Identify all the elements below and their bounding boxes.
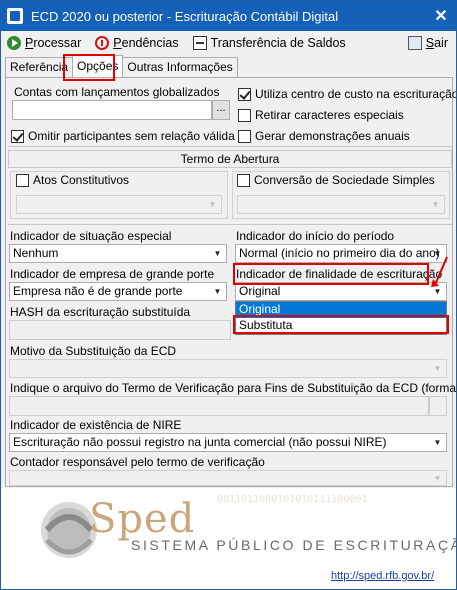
- divider: [8, 224, 452, 225]
- checkbox-checked: [238, 87, 251, 101]
- chevron-down-icon: ▼: [433, 473, 442, 483]
- chevron-down-icon: ▼: [431, 200, 440, 209]
- processar-button[interactable]: Processar: [7, 36, 81, 50]
- atos-constitutivos-combo[interactable]: ▼: [16, 195, 222, 214]
- chevron-down-icon: ▼: [213, 287, 222, 296]
- grande-porte-label: Indicador de empresa de grande porte: [10, 267, 215, 281]
- ecd-window: ECD 2020 ou posterior - Escrituração Con…: [0, 0, 457, 590]
- window-title: ECD 2020 ou posterior - Escrituração Con…: [31, 8, 339, 24]
- checkbox-checked: [11, 129, 24, 143]
- checkbox-unchecked: [16, 173, 29, 187]
- sped-link[interactable]: http://sped.rfb.gov.br/: [331, 570, 434, 582]
- inicio-periodo-label: Indicador do início do período: [236, 229, 395, 243]
- finalidade-combo[interactable]: Original ▼: [235, 282, 447, 301]
- hash-label: HASH da escrituração substituída: [10, 305, 191, 319]
- conversao-checkbox[interactable]: Conversão de Sociedade Simples: [237, 173, 435, 187]
- close-button[interactable]: ✕: [426, 1, 456, 31]
- finalidade-option-original[interactable]: Original: [236, 302, 446, 318]
- contas-label: Contas com lançamentos globalizados: [14, 85, 220, 99]
- contas-browse-button[interactable]: ...: [212, 100, 230, 120]
- motivo-combo[interactable]: ▼: [9, 359, 447, 378]
- contas-field[interactable]: [12, 100, 212, 120]
- retirar-caracteres-checkbox[interactable]: Retirar caracteres especiais: [238, 108, 404, 122]
- motivo-label: Motivo da Substituição da ECD: [10, 344, 177, 358]
- chevron-down-icon: ▼: [213, 249, 222, 258]
- checkbox-unchecked: [238, 129, 251, 143]
- sped-brand: Sped: [89, 496, 196, 542]
- app-icon: [7, 8, 23, 24]
- situacao-especial-label: Indicador de situação especial: [10, 229, 172, 243]
- red-arrow-icon: [431, 256, 448, 287]
- nire-combo[interactable]: Escrituração não possui registro na junt…: [9, 433, 447, 452]
- pendencias-button[interactable]: Pendências: [95, 36, 179, 50]
- grande-porte-combo[interactable]: Empresa não é de grande porte ▼: [9, 282, 227, 301]
- chevron-down-icon: ▼: [433, 364, 442, 373]
- contador-combo[interactable]: ▼: [9, 470, 447, 486]
- sair-button[interactable]: Sair: [407, 36, 448, 50]
- binary-decoration: 0011011000101010111100001: [217, 494, 368, 505]
- conversao-combo[interactable]: ▼: [237, 195, 445, 214]
- tab-opcoes[interactable]: Opções: [72, 55, 124, 77]
- checkbox-unchecked: [238, 108, 251, 122]
- chevron-down-icon: ▼: [433, 438, 442, 447]
- utiliza-centro-checkbox[interactable]: Utiliza centro de custo na escrituração: [238, 87, 456, 101]
- divider: [8, 146, 452, 147]
- situacao-especial-combo[interactable]: Nenhum ▼: [9, 244, 227, 263]
- sped-banner: 0011011000101010111100001 Sped SISTEMA P…: [1, 488, 456, 589]
- sped-subtitle: SISTEMA PÚBLICO DE ESCRITURAÇÃO DIGITAL: [131, 537, 456, 553]
- hash-field[interactable]: [9, 320, 231, 340]
- finalidade-option-substituta[interactable]: Substituta: [236, 318, 446, 334]
- transfer-icon: [192, 36, 207, 50]
- transferencia-button[interactable]: Transferência de Saldos: [192, 36, 346, 50]
- finalidade-dropdown: Original Substituta: [235, 301, 447, 335]
- termo-verificacao-field[interactable]: [9, 396, 429, 416]
- nire-label: Indicador de existência de NIRE: [10, 418, 182, 432]
- tab-referencia[interactable]: Referência: [5, 57, 74, 77]
- omitir-participantes-checkbox[interactable]: Omitir participantes sem relação válida: [11, 129, 235, 143]
- contador-label: Contador responsável pelo termo de verif…: [10, 455, 265, 469]
- opcoes-panel: Contas com lançamentos globalizados ... …: [5, 77, 456, 487]
- termo-verificacao-label: Indique o arquivo do Termo de Verificaçã…: [10, 381, 457, 395]
- tab-outras-informacoes[interactable]: Outras Informações: [122, 57, 238, 77]
- checkbox-unchecked: [237, 173, 250, 187]
- folder-icon[interactable]: [429, 396, 447, 416]
- termo-abertura-header: Termo de Abertura: [8, 150, 452, 168]
- tab-strip: Referência Opções Outras Informações: [5, 55, 238, 77]
- inicio-periodo-combo[interactable]: Normal (início no primeiro dia do ano) ▼: [235, 244, 447, 263]
- gerar-demonstracoes-checkbox[interactable]: Gerar demonstrações anuais: [238, 129, 410, 143]
- chevron-down-icon: ▼: [208, 200, 217, 209]
- exit-icon: [407, 36, 422, 50]
- finalidade-label: Indicador de finalidade de escrituração: [236, 267, 443, 281]
- toolbar: Processar Pendências Transferência de Sa…: [1, 31, 456, 55]
- title-bar: ECD 2020 ou posterior - Escrituração Con…: [1, 1, 456, 31]
- alert-icon: [95, 36, 110, 50]
- play-icon: [7, 36, 21, 50]
- atos-constitutivos-checkbox[interactable]: Atos Constitutivos: [16, 173, 129, 187]
